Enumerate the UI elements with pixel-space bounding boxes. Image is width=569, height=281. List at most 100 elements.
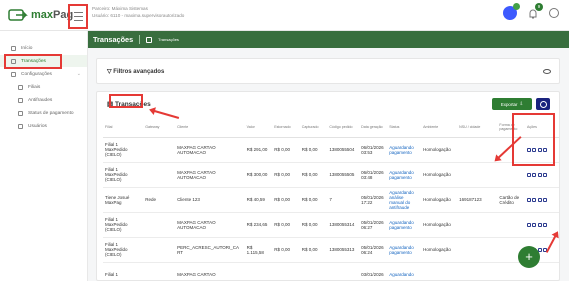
cancel-icon[interactable] <box>537 197 542 202</box>
bell-icon[interactable]: 9 <box>527 3 543 19</box>
highlight-transactions-title <box>109 94 143 108</box>
table-cell: R$ 0,00 <box>299 162 328 188</box>
sidebar-item-status-pagamento[interactable]: Status de pagamento <box>0 107 87 119</box>
sidebar-item-usuarios[interactable]: Usuários <box>0 120 87 132</box>
table-cell: 03/01/2026 <box>359 262 388 280</box>
highlight-menu-toggle <box>68 4 88 29</box>
eye-icon[interactable] <box>543 69 551 74</box>
table-cell: R$ 0,00 <box>299 212 328 238</box>
advanced-filters-panel[interactable]: ▽ Filtros avançados <box>96 58 560 84</box>
table-cell: Aguardando análise manual do antifraude <box>387 187 422 213</box>
avatar-badge <box>513 3 520 10</box>
sidebar-item-filiais[interactable]: Filiais <box>0 81 87 93</box>
view-icon[interactable] <box>526 222 531 227</box>
table-cell: Aguardando <box>387 262 422 280</box>
table-cell: 05/01/2026 17:22 <box>359 187 388 213</box>
shield-icon <box>18 97 23 103</box>
table-cell: R$ 300,00 <box>244 162 273 188</box>
table-cell: R$ 0,00 <box>299 137 328 163</box>
view-icon[interactable] <box>526 172 531 177</box>
table-cell: R$ 0,00 <box>272 212 300 238</box>
column-header: Ambiente <box>421 117 458 138</box>
export-button[interactable]: Exportar ⇩ <box>492 98 532 110</box>
table-row[interactable]: Filial 1 MAXPAG CARTAO 03/01/2026 Aguardand… <box>103 262 559 280</box>
column-header: Cliente <box>175 117 245 138</box>
table-cell: R$ 0,00 <box>272 137 300 163</box>
status-icon <box>18 110 23 116</box>
column-header: Estornado <box>272 117 300 138</box>
tenant-user: Usuário: 6110 - maxima.supervisorautoriz… <box>92 13 185 18</box>
table-cell: Homologação <box>421 162 458 188</box>
highlight-sidebar-transacoes <box>4 54 62 69</box>
table-row[interactable]: Filial 1 MaxPedido (CIELO) MAXPAG CARTAO … <box>103 137 559 163</box>
table-row[interactable]: Tiene Josué MaxPag Rede Cliente 123 R$ 40,5… <box>103 187 559 213</box>
table-cell <box>457 212 498 238</box>
sidebar-item-inicio[interactable]: Início <box>0 42 87 54</box>
link-icon[interactable] <box>532 222 537 227</box>
refresh-icon[interactable] <box>543 172 548 177</box>
table-cell: R$ 234,65 <box>244 212 273 238</box>
transactions-card: ▤ Transações Exportar ⇩ Filial Gateway Clie… <box>96 91 560 281</box>
logout-icon[interactable] <box>549 8 559 18</box>
table-cell: R$ 0,00 <box>299 237 328 263</box>
column-header: Filial <box>103 117 144 138</box>
column-header: Status <box>387 117 422 138</box>
table-cell: Aguardando pagamento <box>387 237 422 263</box>
cancel-icon[interactable] <box>537 172 542 177</box>
link-icon[interactable] <box>532 172 537 177</box>
table-cell: R$ 1.115,58 <box>244 237 273 263</box>
table-row[interactable]: Filial 1 MaxPedido (CIELO) MAXPAG CARTAO … <box>103 212 559 238</box>
logo-text: maxPag <box>31 9 74 21</box>
table-cell <box>457 237 498 263</box>
table-cell: Filial 1 MaxPedido (CIELO) <box>103 137 144 163</box>
link-icon[interactable] <box>532 197 537 202</box>
table-cell: Homologação <box>421 137 458 163</box>
breadcrumb-current: Transações <box>158 37 179 42</box>
view-icon[interactable] <box>526 197 531 202</box>
table-cell <box>421 262 458 280</box>
add-button[interactable]: + <box>518 246 540 268</box>
table-row[interactable]: Filial 1 MaxPedido (CIELO) PERC_ACRESC_AU… <box>103 237 559 263</box>
users-icon <box>18 123 23 129</box>
table-cell: MAXPAG CARTAO <box>175 262 245 280</box>
sidebar-item-configuracoes[interactable]: Configurações ⌄ <box>0 68 87 80</box>
table-cell: Cartão de Crédito <box>497 187 525 213</box>
home-icon[interactable] <box>146 36 153 43</box>
settings-button[interactable] <box>536 98 550 110</box>
logo[interactable]: maxPag <box>8 8 73 22</box>
table-cell: Aguardando pagamento <box>387 212 422 238</box>
column-header: NSU / cidade <box>457 117 498 138</box>
table-cell: Filial 1 <box>103 262 144 280</box>
table-cell <box>327 262 360 280</box>
table-cell: 1380055313 <box>327 237 360 263</box>
table-cell: MAXPAG CARTAO AUTOMACAO <box>175 212 245 238</box>
table-cell: 169187123 <box>457 187 498 213</box>
table-cell: Homologação <box>421 237 458 263</box>
table-cell: PERC_ACRESC_AUTORI_CA RT <box>175 237 245 263</box>
table-cell: Aguardando pagamento <box>387 162 422 188</box>
refresh-icon[interactable] <box>543 222 548 227</box>
table-row[interactable]: Filial 1 MaxPedido (CIELO) MAXPAG CARTAO … <box>103 162 559 188</box>
table-cell: 06/01/2026 03:48 <box>359 162 388 188</box>
home-icon <box>11 45 16 51</box>
column-header: Data geração <box>359 117 388 138</box>
table-cell: R$ 40,59 <box>244 187 273 213</box>
branch-icon <box>18 84 23 90</box>
table-cell <box>143 137 176 163</box>
row-actions <box>524 187 559 213</box>
logo-mark-icon <box>8 9 28 21</box>
table-cell <box>497 212 525 238</box>
cancel-icon[interactable] <box>537 222 542 227</box>
table-cell: Homologação <box>421 212 458 238</box>
table-cell: 1380055314 <box>327 212 360 238</box>
table-cell <box>244 262 273 280</box>
table-cell: R$ 291,00 <box>244 137 273 163</box>
sidebar-item-antifraudes[interactable]: Antifraudes <box>0 94 87 106</box>
tenant-info: Parceiro: Máxima Sistemas Usuário: 6110 … <box>92 5 184 19</box>
table-cell <box>457 262 498 280</box>
table-cell: 1380055504 <box>327 137 360 163</box>
refresh-icon[interactable] <box>543 197 548 202</box>
table-cell <box>143 262 176 280</box>
table-cell: 05/01/2026 06:27 <box>359 212 388 238</box>
avatar[interactable] <box>503 3 520 20</box>
